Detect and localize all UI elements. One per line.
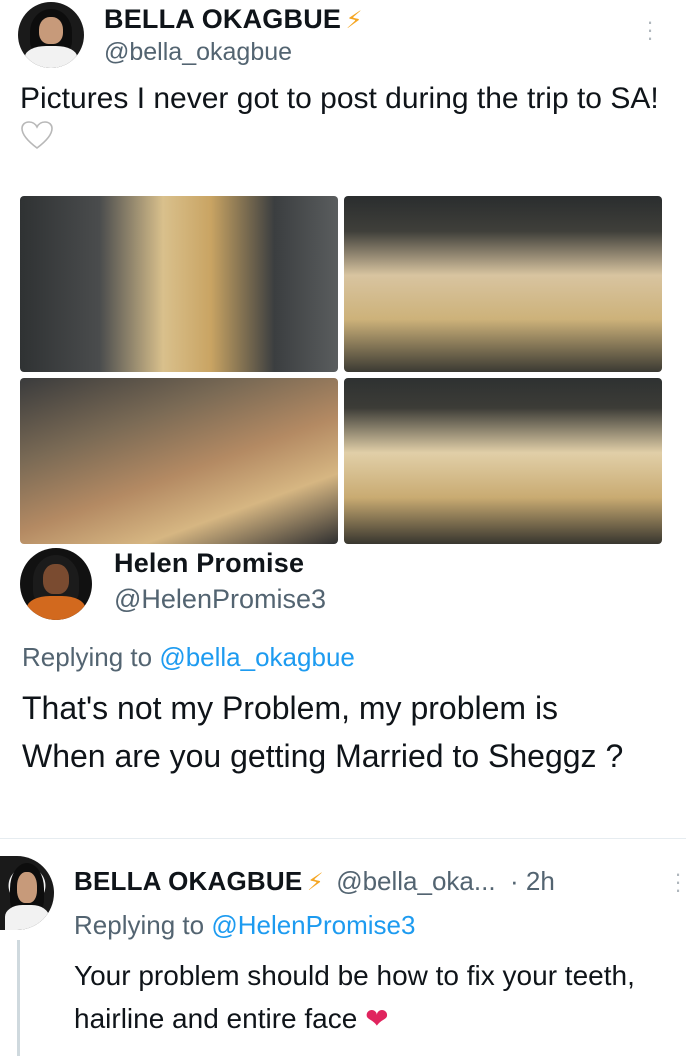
avatar-bella-reply[interactable] bbox=[0, 856, 54, 930]
photo-2[interactable] bbox=[344, 196, 662, 372]
white-heart-icon bbox=[21, 120, 53, 149]
more-vertical-icon[interactable]: · · · bbox=[672, 863, 684, 901]
reply2-author-name[interactable]: BELLA OKAGBUE bbox=[74, 866, 302, 896]
reply2-author-handle[interactable]: @bella_oka... bbox=[336, 866, 495, 896]
photo-4[interactable] bbox=[344, 378, 662, 544]
tweet-text: Pictures I never got to post during the … bbox=[20, 80, 660, 156]
tweet-author-row: BELLA OKAGBUE ⚡ bbox=[104, 4, 362, 35]
reply1-author-name[interactable]: Helen Promise bbox=[114, 548, 304, 579]
author-handle[interactable]: @bella_okagbue bbox=[104, 38, 292, 67]
reply2-header-row: BELLA OKAGBUE ⚡ @bella_oka... · 2h bbox=[74, 866, 555, 897]
photo-3[interactable] bbox=[20, 378, 338, 544]
reply2-replying-to: Replying to @HelenPromise3 bbox=[74, 910, 416, 940]
more-vertical-icon[interactable]: · · · bbox=[644, 11, 656, 49]
reply1-author-handle[interactable]: @HelenPromise3 bbox=[114, 584, 326, 615]
reply1-text: That's not my Problem, my problem is Whe… bbox=[22, 690, 624, 774]
avatar-helen[interactable] bbox=[20, 548, 92, 620]
lightning-bolt-icon: ⚡ bbox=[306, 869, 324, 896]
reply2-mention-link[interactable]: @HelenPromise3 bbox=[211, 910, 415, 940]
reply1-replying-to: Replying to @bella_okagbue bbox=[22, 642, 355, 672]
lightning-bolt-icon: ⚡ bbox=[345, 7, 363, 34]
avatar-bella[interactable] bbox=[18, 2, 84, 68]
red-heart-icon: ❤ bbox=[365, 1003, 389, 1035]
author-name[interactable]: BELLA OKAGBUE bbox=[104, 4, 341, 34]
reply1-mention-link[interactable]: @bella_okagbue bbox=[159, 642, 355, 672]
divider bbox=[0, 838, 686, 839]
reply2-time[interactable]: · 2h bbox=[510, 866, 555, 896]
thread-line bbox=[17, 940, 20, 1056]
photo-1[interactable] bbox=[20, 196, 338, 372]
reply2-text: Your problem should be how to fix your t… bbox=[74, 960, 635, 1035]
